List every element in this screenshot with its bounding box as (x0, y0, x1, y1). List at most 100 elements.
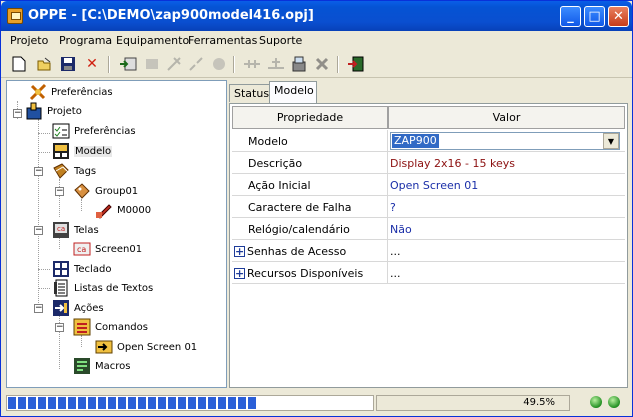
property-value-cell: ZAP900 ▼ (388, 130, 625, 152)
tree-line (81, 335, 82, 347)
table-row[interactable]: Ação Inicial Open Screen 01 (232, 174, 625, 196)
property-name: Senhas de Acesso (247, 244, 347, 258)
toolbar-separator (233, 56, 235, 73)
property-name: Ação Inicial (232, 174, 388, 196)
tree-item-teclado[interactable]: Teclado (52, 260, 111, 278)
title-bar[interactable]: OPPE - [C:\DEMO\zap900model416.opj] _ □ … (1, 1, 632, 31)
window-title: OPPE - [C:\DEMO\zap900model416.opj] (28, 8, 314, 23)
tree-expander-tags[interactable]: − (34, 167, 43, 176)
app-icon[interactable] (7, 8, 23, 24)
property-name-group: + Recursos Disponíveis (232, 262, 388, 284)
tree-line (59, 179, 60, 217)
zoom-panel: 49.5% (376, 395, 570, 411)
stop-icon[interactable] (210, 55, 228, 73)
property-value[interactable]: ? (388, 196, 625, 218)
tab-status[interactable]: Status (229, 84, 270, 102)
tree-item-macros[interactable]: Macros (73, 357, 130, 375)
close-button[interactable]: ✕ (608, 6, 629, 27)
chevron-down-icon[interactable]: ▼ (603, 133, 619, 149)
property-name: Caractere de Falha (232, 196, 388, 218)
tree-item-listas-de-textos[interactable]: Listas de Textos (52, 279, 153, 297)
property-name: Recursos Disponíveis (247, 266, 364, 280)
tree-item-group01[interactable]: Group01 (73, 182, 138, 200)
table-row[interactable]: Descrição Display 2x16 - 15 keys (232, 152, 625, 174)
send-icon[interactable] (119, 55, 137, 73)
table-row[interactable]: + Recursos Disponíveis ... (232, 262, 625, 284)
property-name: Descrição (232, 152, 388, 174)
zoom-level: 49.5% (523, 397, 555, 408)
table-row[interactable]: + Senhas de Acesso ... (232, 240, 625, 262)
tree-item-open-screen01[interactable]: Open Screen 01 (95, 338, 197, 356)
tree-expander-telas[interactable]: − (34, 226, 43, 235)
property-value[interactable]: Não (388, 218, 625, 240)
property-name-group: + Senhas de Acesso (232, 240, 388, 262)
macros-icon (73, 357, 91, 375)
property-value[interactable]: ... (388, 262, 625, 284)
disconnect-icon[interactable] (187, 55, 205, 73)
grid-header: Propriedade Valor (232, 106, 625, 129)
menu-suporte[interactable]: Suporte (259, 34, 302, 47)
expand-plus-icon[interactable]: + (234, 245, 245, 257)
menu-bar: Projeto Programa Equipamento Ferramentas… (1, 31, 632, 51)
tree-item-screen01[interactable]: ca Screen01 (73, 240, 142, 258)
menu-programa[interactable]: Programa (59, 34, 112, 47)
progress-bar (6, 395, 374, 411)
tree-expander-acoes[interactable]: − (34, 304, 43, 313)
screens-icon: ca (52, 221, 70, 239)
tree-item-modelo[interactable]: Modelo (52, 142, 113, 160)
checklist-icon (52, 122, 70, 140)
plug-icon[interactable] (243, 55, 261, 73)
model-select-value: ZAP900 (392, 134, 439, 148)
exit-icon[interactable] (347, 55, 365, 73)
tree-line (81, 199, 82, 211)
svg-text:ca: ca (57, 225, 65, 233)
tree-expander-projeto[interactable]: − (13, 109, 22, 118)
table-row[interactable]: Relógio/calendário Não (232, 218, 625, 240)
table-row[interactable]: Modelo ZAP900 ▼ (232, 130, 625, 152)
maximize-button[interactable]: □ (584, 6, 605, 27)
command-icon (95, 338, 113, 356)
delete-icon[interactable]: ✕ (83, 55, 101, 73)
new-icon[interactable] (10, 55, 28, 73)
open-icon[interactable] (35, 55, 53, 73)
plug2-icon[interactable] (267, 55, 285, 73)
menu-projeto[interactable]: Projeto (10, 34, 48, 47)
expand-plus-icon[interactable]: + (234, 267, 245, 279)
column-header-valor[interactable]: Valor (388, 106, 625, 129)
tree-expander-comandos[interactable]: − (55, 323, 64, 332)
receive-icon[interactable] (143, 55, 161, 73)
property-name: Relógio/calendário (232, 218, 388, 240)
tree-item-tags[interactable]: Tags (52, 162, 96, 180)
progress-fill (8, 397, 256, 409)
text-list-icon (52, 279, 70, 297)
property-value[interactable]: ... (388, 240, 625, 262)
table-row[interactable]: Caractere de Falha ? (232, 196, 625, 218)
tree-item-m0000[interactable]: M0000 (95, 201, 151, 219)
svg-text:ca: ca (77, 245, 86, 254)
tree-line (38, 269, 50, 270)
project-icon (25, 102, 43, 120)
compile-icon[interactable] (290, 55, 308, 73)
tree-item-telas[interactable]: ca Telas (52, 221, 99, 239)
tools-icon[interactable] (313, 55, 331, 73)
save-icon[interactable] (59, 55, 77, 73)
column-header-propriedade[interactable]: Propriedade (232, 106, 388, 129)
project-tree[interactable]: − − − − − − Preferências Projeto Preferê… (6, 80, 227, 388)
tree-item-comandos[interactable]: Comandos (73, 318, 148, 336)
menu-ferramentas[interactable]: Ferramentas (188, 34, 257, 47)
tree-expander-group01[interactable]: − (55, 187, 64, 196)
property-value[interactable]: Display 2x16 - 15 keys (388, 152, 625, 174)
property-name: Modelo (232, 130, 388, 152)
tab-modelo[interactable]: Modelo (269, 81, 317, 103)
tree-item-acoes[interactable]: Ações (52, 299, 104, 317)
tree-item-preferencias-root[interactable]: Preferências (29, 83, 113, 101)
property-grid: Propriedade Valor Modelo ZAP900 ▼ Descri… (229, 103, 628, 388)
menu-equipamento[interactable]: Equipamento (116, 34, 189, 47)
tree-item-projeto[interactable]: Projeto (25, 102, 82, 120)
tree-item-preferencias[interactable]: Preferências (52, 122, 136, 140)
tools-icon (29, 83, 47, 101)
property-value[interactable]: Open Screen 01 (388, 174, 625, 196)
connect-icon[interactable] (165, 55, 183, 73)
model-select[interactable]: ZAP900 ▼ (390, 132, 620, 150)
minimize-button[interactable]: _ (560, 6, 581, 27)
